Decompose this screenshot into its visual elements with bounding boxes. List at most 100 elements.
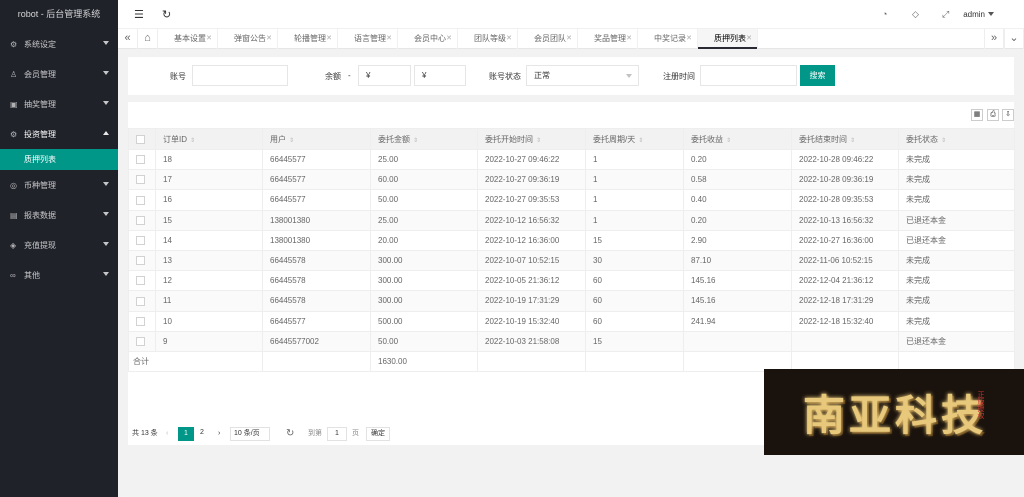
table-row[interactable]: 14 138001380 20.00 2022-10-12 16:36:00 15 2.9… (128, 229, 1015, 251)
tab-5[interactable]: 团队等级 ✕ (458, 29, 518, 49)
refresh-page-icon[interactable]: ↻ (286, 427, 294, 441)
table-row[interactable]: 11 66445578 300.00 2022-10-19 17:31:29 60 145… (128, 290, 1015, 312)
table-row[interactable]: 16 66445577 50.00 2022-10-27 09:35:53 1 0.40 2… (128, 189, 1015, 211)
tab-0[interactable]: 基本设置 ✕ (158, 29, 218, 49)
column-header-4[interactable]: 委托周期/天 ⇕ (585, 128, 684, 150)
sort-icon[interactable]: ⇕ (850, 137, 855, 144)
table-cell: 1 (585, 169, 684, 191)
row-checkbox[interactable] (136, 296, 145, 306)
close-icon[interactable]: ✕ (386, 29, 392, 49)
tab-3[interactable]: 语言管理 ✕ (338, 29, 398, 49)
row-checkbox[interactable] (136, 175, 145, 185)
print-icon[interactable]: ⎙ (987, 109, 999, 121)
column-header-2[interactable]: 委托金额 ⇕ (370, 128, 478, 150)
theme-icon[interactable]: ◔ (882, 9, 887, 19)
user-menu[interactable]: admin (963, 10, 994, 19)
balance-min-input[interactable]: ¥ (358, 65, 411, 86)
column-header-7[interactable]: 委托状态 ⇕ (898, 128, 1015, 150)
row-checkbox[interactable] (136, 336, 145, 346)
tab-9[interactable]: 质押列表 ✕ (698, 29, 758, 49)
tag-icon[interactable]: ◇ (912, 9, 919, 20)
sort-icon[interactable]: ⇕ (289, 137, 294, 144)
close-icon[interactable]: ✕ (266, 29, 272, 49)
sidebar-item-5[interactable]: ▤ 报表数据 (0, 200, 118, 230)
close-icon[interactable]: ✕ (506, 29, 512, 49)
page-2-button[interactable]: 2 (195, 427, 209, 441)
tab-7[interactable]: 奖品管理 ✕ (578, 29, 638, 49)
sidebar-subitem-pledge-list[interactable]: 质押列表 (0, 149, 118, 170)
tabs-menu-icon[interactable]: ⌄ (1004, 29, 1024, 49)
close-icon[interactable]: ✕ (566, 29, 572, 49)
sidebar-item-1[interactable]: ♙ 会员管理 (0, 59, 118, 89)
sort-icon[interactable]: ⇕ (941, 137, 946, 144)
columns-icon[interactable]: ▦ (971, 109, 983, 121)
sidebar-item-6[interactable]: ◈ 充值提现 (0, 230, 118, 260)
tab-4[interactable]: 会员中心 ✕ (398, 29, 458, 49)
table-cell: 300.00 (370, 270, 478, 292)
close-icon[interactable]: ✕ (446, 29, 452, 49)
sort-icon[interactable]: ⇕ (638, 137, 643, 144)
row-checkbox[interactable] (136, 316, 145, 326)
tabs-prev-icon[interactable]: « (118, 29, 138, 49)
menu-fold-icon[interactable]: ☰ (134, 8, 144, 21)
export-icon[interactable]: ⇩ (1002, 109, 1014, 121)
row-checkbox[interactable] (136, 276, 145, 286)
page-1-button[interactable]: 1 (178, 427, 194, 441)
close-icon[interactable]: ✕ (626, 29, 632, 49)
sidebar-item-label: 抽奖管理 (24, 99, 56, 109)
sidebar-item-2[interactable]: ▣ 抽奖管理 (0, 89, 118, 119)
row-checkbox[interactable] (136, 236, 145, 246)
column-header-0[interactable]: 订单ID ⇕ (155, 128, 263, 150)
table-row[interactable]: 17 66445577 60.00 2022-10-27 09:36:19 1 0.58 2… (128, 169, 1015, 191)
sidebar-item-0[interactable]: ⚙ 系统设定 (0, 29, 118, 59)
sidebar-item-3[interactable]: ⚙ 投资管理 (0, 119, 118, 149)
table-cell: 1 (585, 209, 684, 231)
table-row[interactable]: 10 66445577 500.00 2022-10-19 15:32:40 60 241… (128, 310, 1015, 332)
tab-8[interactable]: 中奖记录 ✕ (638, 29, 698, 49)
sort-icon[interactable]: ⇕ (536, 137, 541, 144)
search-button[interactable]: 搜索 (800, 65, 835, 86)
column-header-6[interactable]: 委托结束时间 ⇕ (791, 128, 899, 150)
row-checkbox[interactable] (136, 155, 145, 165)
tab-1[interactable]: 弹窗公告 ✕ (218, 29, 278, 49)
sort-icon[interactable]: ⇕ (413, 137, 418, 144)
tab-label: 会员中心 (414, 34, 446, 43)
fullscreen-icon[interactable]: ⤢ (942, 9, 949, 20)
sort-icon[interactable]: ⇕ (190, 137, 195, 144)
wallet-icon: ◈ (10, 240, 17, 250)
prev-page-icon[interactable]: ‹ (166, 427, 168, 441)
tab-6[interactable]: 会员团队 ✕ (518, 29, 578, 49)
close-icon[interactable]: ✕ (686, 29, 692, 49)
tabs-next-icon[interactable]: » (984, 29, 1004, 49)
column-header-5[interactable]: 委托收益 ⇕ (683, 128, 792, 150)
sidebar: robot - 后台管理系统 ⚙ 系统设定 ♙ 会员管理 ▣ 抽奖管理 ⚙ 投资管理 质押列表 ◎… (0, 0, 118, 497)
balance-max-input[interactable]: ¥ (414, 65, 466, 86)
row-checkbox[interactable] (136, 215, 145, 225)
row-checkbox[interactable] (136, 195, 145, 205)
sidebar-item-7[interactable]: ∞ 其他 (0, 260, 118, 290)
sort-icon[interactable]: ⇕ (726, 137, 731, 144)
goto-confirm-button[interactable]: 确定 (366, 427, 390, 441)
refresh-icon[interactable]: ↻ (162, 8, 171, 21)
column-header-1[interactable]: 用户 ⇕ (262, 128, 371, 150)
table-row[interactable]: 15 138001380 25.00 2022-10-12 16:56:32 1 0.20… (128, 209, 1015, 231)
table-row[interactable]: 9 66445577002 50.00 2022-10-03 21:58:08 15 已退… (128, 330, 1015, 352)
column-header-3[interactable]: 委托开始时间 ⇕ (477, 128, 586, 150)
goto-page-input[interactable]: 1 (327, 427, 347, 441)
table-row[interactable]: 18 66445577 25.00 2022-10-27 09:46:22 1 0.20 2… (128, 148, 1015, 171)
close-icon[interactable]: ✕ (326, 29, 332, 49)
home-icon[interactable]: ⌂ (138, 29, 158, 49)
next-page-icon[interactable]: › (218, 427, 220, 441)
select-all-checkbox[interactable] (136, 134, 145, 144)
account-input[interactable] (192, 65, 288, 86)
row-checkbox[interactable] (136, 256, 145, 266)
reg-time-input[interactable] (700, 65, 797, 86)
status-select[interactable]: 正常 (526, 65, 639, 86)
close-icon[interactable]: ✕ (206, 29, 212, 49)
table-row[interactable]: 13 66445578 300.00 2022-10-07 10:52:15 30 87.… (128, 249, 1015, 272)
sidebar-item-4[interactable]: ◎ 币种管理 (0, 170, 118, 200)
close-icon[interactable]: ✕ (746, 29, 752, 49)
per-page-select[interactable]: 10 条/页 (230, 427, 270, 441)
table-row[interactable]: 12 66445578 300.00 2022-10-05 21:36:12 60 145… (128, 270, 1015, 292)
tab-2[interactable]: 轮播管理 ✕ (278, 29, 338, 49)
